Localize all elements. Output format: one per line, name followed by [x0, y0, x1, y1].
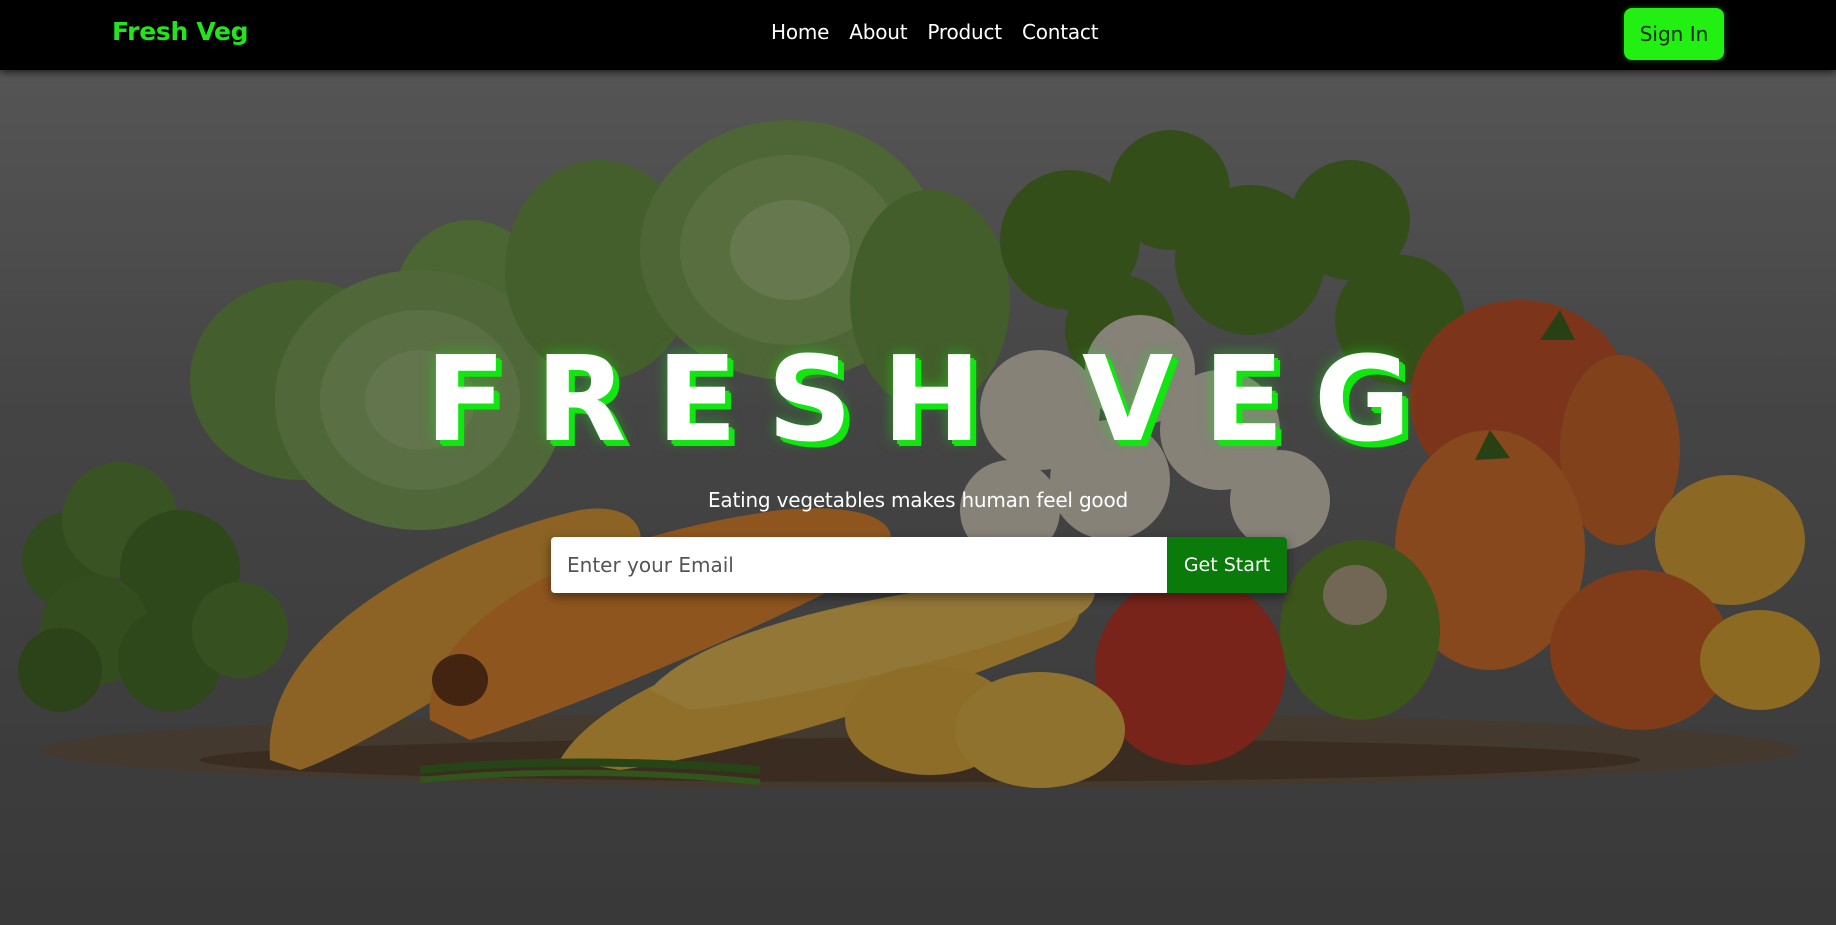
hero-title: FRESH VEG	[425, 330, 1441, 468]
sign-in-button[interactable]: Sign In	[1624, 8, 1724, 60]
hero-subtitle: Eating vegetables makes human feel good	[707, 488, 1129, 512]
nav-link-product[interactable]: Product	[927, 20, 1002, 44]
navbar: Fresh Veg Home About Product Contact Sig…	[0, 0, 1836, 70]
hero-section: FRESH VEG Eating vegetables makes human …	[0, 70, 1836, 925]
brand-logo[interactable]: Fresh Veg	[112, 17, 249, 46]
nav-link-about[interactable]: About	[849, 20, 907, 44]
get-start-button[interactable]: Get Start	[1167, 537, 1287, 593]
nav-link-home[interactable]: Home	[771, 20, 829, 44]
nav-link-contact[interactable]: Contact	[1022, 20, 1099, 44]
page-bottom-edge	[0, 921, 1836, 925]
email-signup-form: Get Start	[551, 537, 1287, 593]
nav-links: Home About Product Contact	[771, 20, 1099, 44]
email-input[interactable]	[551, 537, 1167, 593]
